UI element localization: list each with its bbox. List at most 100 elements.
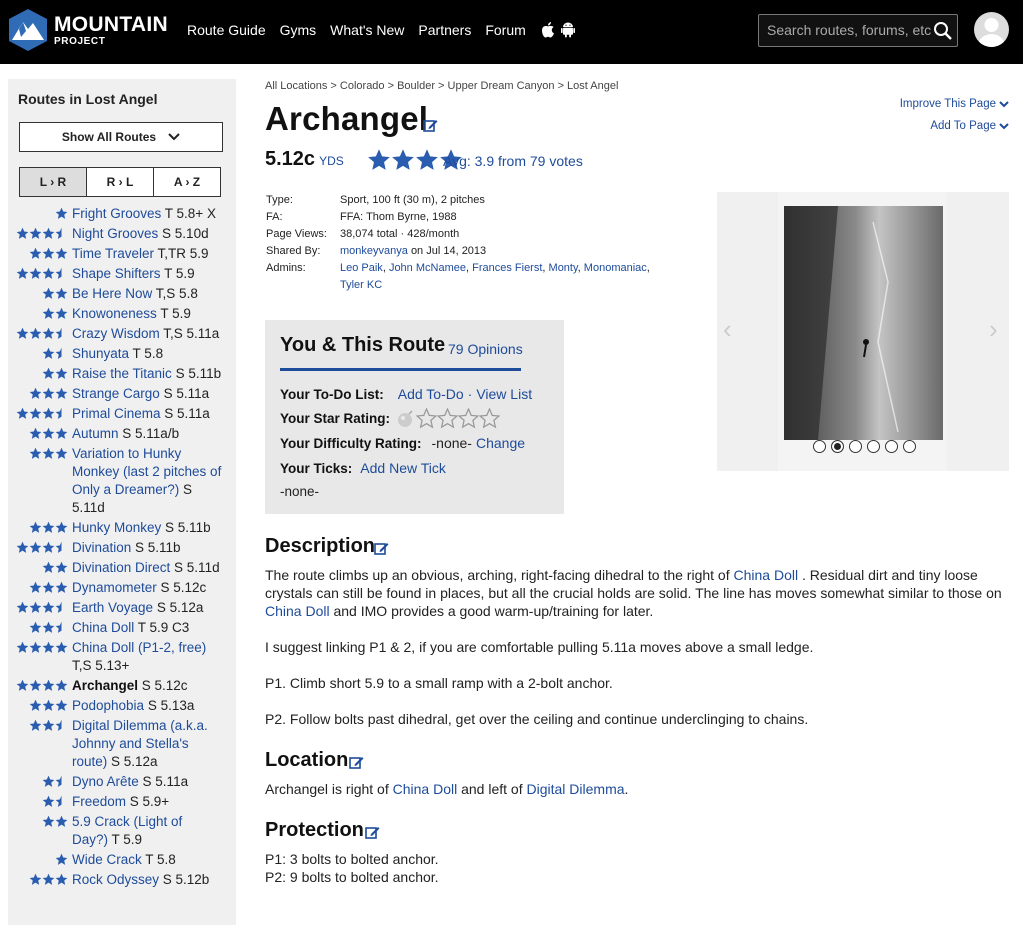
route-name-link[interactable]: Divination Direct bbox=[72, 560, 170, 575]
route-list-item[interactable]: China Doll (P1-2, free) T,S 5.13+ bbox=[8, 639, 236, 675]
nav-forum[interactable]: Forum bbox=[485, 22, 525, 38]
route-name-link[interactable]: Freedom bbox=[72, 794, 126, 809]
nav-gyms[interactable]: Gyms bbox=[280, 22, 317, 38]
admin-link[interactable]: Frances Fierst bbox=[472, 262, 542, 274]
route-name-link[interactable]: Hunky Monkey bbox=[72, 520, 161, 535]
route-name-link[interactable]: Shape Shifters bbox=[72, 266, 161, 281]
view-list-link[interactable]: View List bbox=[476, 386, 532, 402]
china-doll-link[interactable]: China Doll bbox=[265, 603, 330, 619]
route-name-link[interactable]: Time Traveler bbox=[72, 246, 154, 261]
route-list-item[interactable]: Variation to Hunky Monkey (last 2 pitche… bbox=[8, 445, 236, 517]
route-list-item[interactable]: Rock Odyssey S 5.12b bbox=[8, 871, 236, 889]
route-name-link[interactable]: Fright Grooves bbox=[72, 206, 161, 221]
route-list-item[interactable]: Archangel S 5.12c bbox=[8, 677, 236, 695]
route-list-item[interactable]: 5.9 Crack (Light of Day?) T 5.9 bbox=[8, 813, 236, 849]
apple-icon[interactable] bbox=[541, 22, 555, 38]
route-list-item[interactable]: Crazy Wisdom T,S 5.11a bbox=[8, 325, 236, 343]
china-doll-link[interactable]: China Doll bbox=[733, 567, 798, 583]
route-name-link[interactable]: Autumn bbox=[72, 426, 119, 441]
china-doll-link[interactable]: China Doll bbox=[393, 781, 458, 797]
grade-system-link[interactable]: YDS bbox=[319, 154, 344, 168]
star-icon[interactable] bbox=[437, 408, 459, 429]
star-icon[interactable] bbox=[458, 408, 480, 429]
sort-alphabetical[interactable]: A › Z bbox=[154, 168, 220, 196]
edit-icon[interactable] bbox=[374, 541, 389, 556]
breadcrumb[interactable]: All Locations > Colorado > Boulder > Upp… bbox=[265, 80, 618, 92]
route-name-link[interactable]: Divination bbox=[72, 540, 131, 555]
admin-link[interactable]: Monomaniac bbox=[584, 262, 647, 274]
mountain-project-logo[interactable]: MOUNTAIN PROJECT bbox=[8, 8, 168, 52]
admin-link[interactable]: Tyler KC bbox=[340, 279, 382, 291]
route-list-item[interactable]: Podophobia S 5.13a bbox=[8, 697, 236, 715]
bomb-icon[interactable] bbox=[396, 409, 416, 429]
search-icon[interactable] bbox=[933, 21, 953, 41]
show-all-routes-button[interactable]: Show All Routes bbox=[19, 122, 223, 152]
route-name-link[interactable]: Dyno Arête bbox=[72, 774, 139, 789]
admin-link[interactable]: John McNamee bbox=[389, 262, 466, 274]
route-name-link[interactable]: Podophobia bbox=[72, 698, 144, 713]
route-list-item[interactable]: Hunky Monkey S 5.11b bbox=[8, 519, 236, 537]
route-name-link[interactable]: Night Grooves bbox=[72, 226, 158, 241]
route-name-link[interactable]: Strange Cargo bbox=[72, 386, 160, 401]
route-list-item[interactable]: Strange Cargo S 5.11a bbox=[8, 385, 236, 403]
route-list-item[interactable]: Digital Dilemma (a.k.a. Johnny and Stell… bbox=[8, 717, 236, 771]
carousel-dot[interactable] bbox=[903, 440, 916, 453]
carousel-dot[interactable] bbox=[813, 440, 826, 453]
star-icon[interactable] bbox=[416, 408, 438, 429]
route-name-link[interactable]: Raise the Titanic bbox=[72, 366, 172, 381]
route-list-item[interactable]: Dynamometer S 5.12c bbox=[8, 579, 236, 597]
admin-link[interactable]: Leo Paik bbox=[340, 262, 383, 274]
route-name-link[interactable]: Crazy Wisdom bbox=[72, 326, 160, 341]
route-list-item[interactable]: Freedom S 5.9+ bbox=[8, 793, 236, 811]
route-list-item[interactable]: Fright Grooves T 5.8+ X bbox=[8, 205, 236, 223]
route-name-link[interactable]: Wide Crack bbox=[72, 852, 142, 867]
route-name-link[interactable]: Knowoneness bbox=[72, 306, 157, 321]
route-list-item[interactable]: Raise the Titanic S 5.11b bbox=[8, 365, 236, 383]
star-icon[interactable] bbox=[479, 408, 501, 429]
nav-route-guide[interactable]: Route Guide bbox=[187, 22, 266, 38]
route-list-item[interactable]: Knowoneness T 5.9 bbox=[8, 305, 236, 323]
carousel-next-arrow-icon[interactable]: › bbox=[989, 314, 998, 345]
route-list-item[interactable]: Be Here Now T,S 5.8 bbox=[8, 285, 236, 303]
route-name-link[interactable]: Earth Voyage bbox=[72, 600, 153, 615]
avg-rating-link[interactable]: Avg: 3.9 from 79 votes bbox=[443, 153, 583, 169]
route-list-item[interactable]: Shunyata T 5.8 bbox=[8, 345, 236, 363]
route-list-item[interactable]: Dyno Arête S 5.11a bbox=[8, 773, 236, 791]
route-name-link[interactable]: China Doll bbox=[72, 620, 134, 635]
sort-right-left[interactable]: R › L bbox=[87, 168, 154, 196]
route-list-item[interactable]: Divination S 5.11b bbox=[8, 539, 236, 557]
improve-page-dropdown[interactable]: Improve This Page bbox=[900, 93, 1009, 115]
carousel-dot[interactable] bbox=[831, 440, 844, 453]
route-list-item[interactable]: Earth Voyage S 5.12a bbox=[8, 599, 236, 617]
route-name-link[interactable]: Dynamometer bbox=[72, 580, 157, 595]
android-icon[interactable] bbox=[561, 22, 575, 38]
digital-dilemma-link[interactable]: Digital Dilemma bbox=[527, 781, 625, 797]
admin-link[interactable]: Monty bbox=[549, 262, 578, 274]
carousel-dot[interactable] bbox=[849, 440, 862, 453]
route-photo[interactable] bbox=[778, 192, 947, 471]
search-input[interactable] bbox=[767, 22, 935, 38]
route-list-item[interactable]: Night Grooves S 5.10d bbox=[8, 225, 236, 243]
route-name-link[interactable]: Variation to Hunky Monkey (last 2 pitche… bbox=[72, 446, 221, 497]
route-list-item[interactable]: Autumn S 5.11a/b bbox=[8, 425, 236, 443]
carousel-prev-arrow-icon[interactable]: ‹ bbox=[723, 314, 732, 345]
route-list-item[interactable]: Time Traveler T,TR 5.9 bbox=[8, 245, 236, 263]
route-list-item[interactable]: China Doll T 5.9 C3 bbox=[8, 619, 236, 637]
nav-whats-new[interactable]: What's New bbox=[330, 22, 404, 38]
edit-icon[interactable] bbox=[365, 825, 380, 840]
nav-partners[interactable]: Partners bbox=[418, 22, 471, 38]
carousel-dot[interactable] bbox=[885, 440, 898, 453]
shared-by-user-link[interactable]: monkeyvanya bbox=[340, 245, 408, 257]
route-name-link[interactable]: Be Here Now bbox=[72, 286, 152, 301]
add-new-tick-link[interactable]: Add New Tick bbox=[360, 460, 446, 476]
route-name-link[interactable]: Primal Cinema bbox=[72, 406, 161, 421]
edit-icon[interactable] bbox=[349, 755, 364, 770]
route-name-link[interactable]: China Doll (P1-2, free) bbox=[72, 640, 206, 655]
carousel-dot[interactable] bbox=[867, 440, 880, 453]
edit-icon[interactable] bbox=[423, 118, 438, 133]
change-difficulty-link[interactable]: Change bbox=[476, 435, 525, 451]
route-name-link[interactable]: Shunyata bbox=[72, 346, 129, 361]
route-list-item[interactable]: Divination Direct S 5.11d bbox=[8, 559, 236, 577]
add-to-page-dropdown[interactable]: Add To Page bbox=[900, 115, 1009, 137]
route-list-item[interactable]: Shape Shifters T 5.9 bbox=[8, 265, 236, 283]
